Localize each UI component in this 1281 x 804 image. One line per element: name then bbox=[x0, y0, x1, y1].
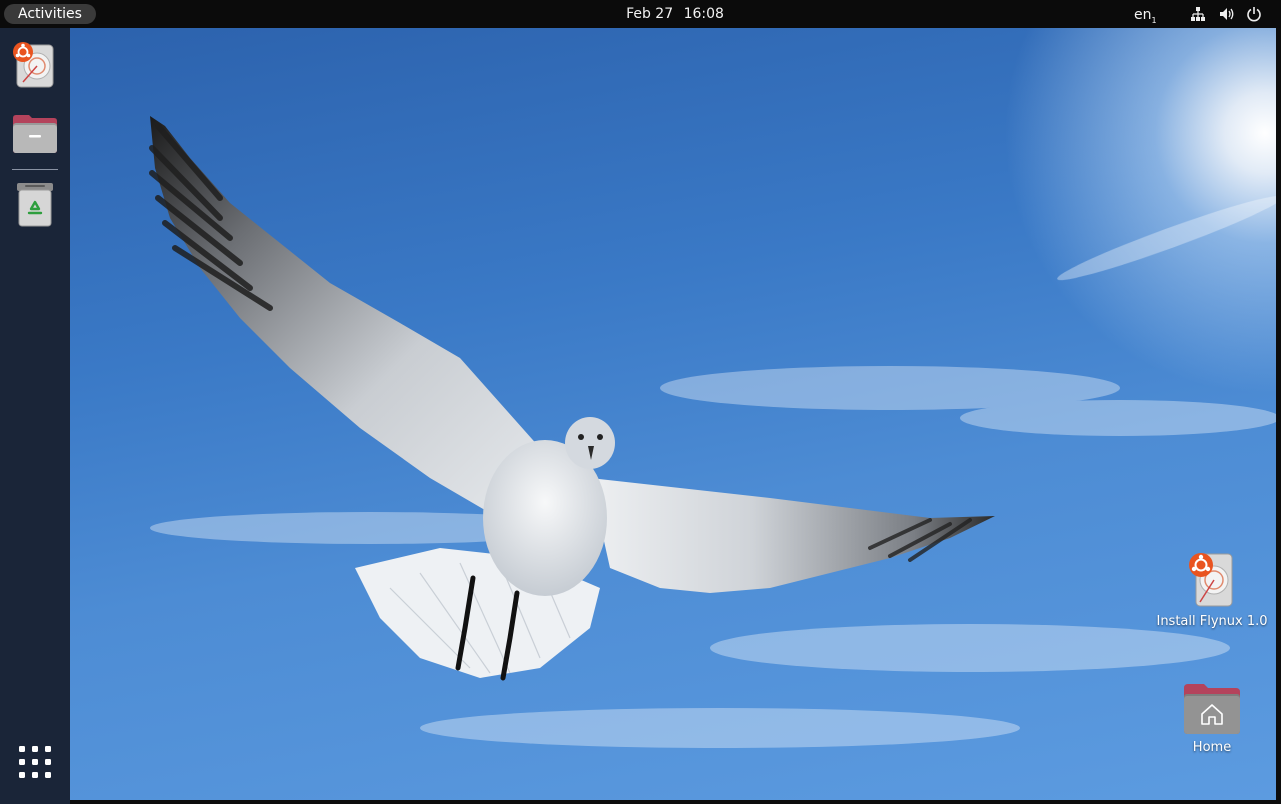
dock-item-installer[interactable] bbox=[11, 40, 59, 88]
installer-icon bbox=[1189, 553, 1233, 607]
seagull-image bbox=[149, 116, 1276, 748]
volume-icon[interactable] bbox=[1219, 6, 1235, 22]
clock-date: Feb 27 bbox=[626, 6, 674, 22]
installer-icon bbox=[13, 42, 54, 88]
desktop-icon-home[interactable]: Home bbox=[1152, 680, 1272, 755]
dock-separator bbox=[12, 169, 58, 170]
clock-time: 16:08 bbox=[683, 6, 724, 22]
input-source-indicator[interactable]: en1 bbox=[1134, 0, 1157, 28]
input-source-label: en bbox=[1134, 7, 1152, 23]
show-apps-button[interactable] bbox=[11, 738, 59, 786]
network-icon[interactable] bbox=[1190, 6, 1206, 22]
dock-item-trash[interactable] bbox=[11, 180, 59, 228]
home-folder-icon bbox=[1184, 684, 1240, 734]
dock bbox=[0, 28, 70, 804]
dock-item-files[interactable] bbox=[11, 110, 59, 158]
clock-button[interactable]: Feb 27 16:08 bbox=[560, 0, 790, 28]
top-bar: Activities Feb 27 16:08 en1 bbox=[0, 0, 1281, 28]
desktop-icon-label: Home bbox=[1192, 740, 1232, 755]
desktop-icon-label: Install Flynux 1.0 bbox=[1156, 614, 1268, 629]
activities-button[interactable]: Activities bbox=[4, 4, 96, 24]
wallpaper bbox=[70, 28, 1276, 800]
app-grid-icon bbox=[19, 746, 51, 778]
desktop-icon-installer[interactable]: Install Flynux 1.0 bbox=[1152, 548, 1272, 629]
files-icon bbox=[13, 115, 57, 153]
desktop-screen: Activities Feb 27 16:08 en1 Install Flyn… bbox=[0, 0, 1281, 804]
power-icon[interactable] bbox=[1246, 6, 1262, 22]
input-source-sub: 1 bbox=[1151, 15, 1157, 25]
trash-icon bbox=[17, 183, 53, 227]
